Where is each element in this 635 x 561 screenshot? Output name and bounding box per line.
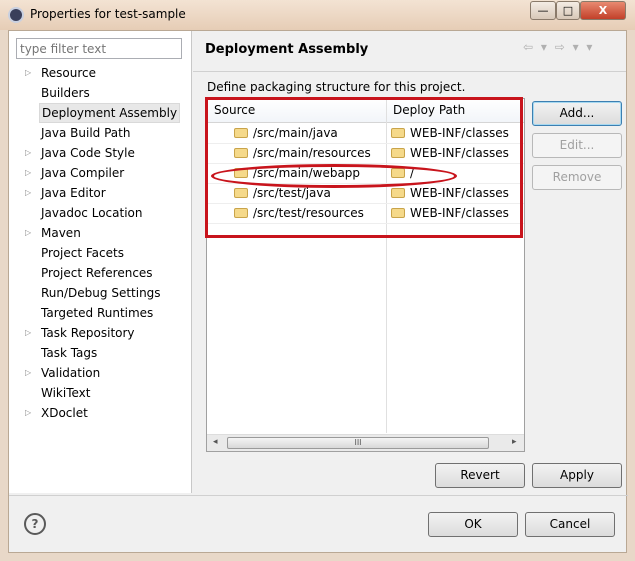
tree-item[interactable]: Project References: [9, 263, 189, 283]
tree-item-label: Targeted Runtimes: [41, 306, 154, 320]
add-button[interactable]: Add...: [532, 101, 622, 126]
tree-item[interactable]: WikiText: [9, 383, 189, 403]
tree-item-label: XDoclet: [41, 406, 88, 420]
eclipse-icon: [8, 7, 24, 23]
minimize-button[interactable]: —: [530, 1, 556, 20]
title-bar: Properties for test-sample — □ X: [0, 0, 635, 30]
scroll-right-icon[interactable]: ▸: [512, 437, 517, 447]
tree-item-label: Project References: [41, 266, 153, 280]
horizontal-scrollbar[interactable]: ◂ III ▸: [207, 434, 524, 451]
sidebar: ▷ Resource Builders Deployment Assembly Java…: [9, 31, 192, 493]
tree-item-label: Java Build Path: [41, 126, 131, 140]
tree-item[interactable]: Javadoc Location: [9, 203, 189, 223]
tree-item-label: Validation: [41, 366, 101, 380]
scroll-left-icon[interactable]: ◂: [213, 437, 218, 447]
cancel-button[interactable]: Cancel: [525, 512, 615, 537]
tree-item-label: Deployment Assembly: [39, 103, 181, 123]
tree-item-label: Java Compiler: [41, 166, 125, 180]
nav-arrows-icon[interactable]: ⇦ ▾ ⇨ ▾ ▾: [523, 40, 594, 54]
expand-arrow-icon[interactable]: ▷: [25, 183, 31, 203]
tree-item[interactable]: Java Build Path: [9, 123, 189, 143]
tree-item[interactable]: Deployment Assembly: [9, 103, 189, 123]
tree-item[interactable]: ▷ Task Repository: [9, 323, 189, 343]
expand-arrow-icon[interactable]: ▷: [25, 363, 31, 383]
expand-arrow-icon[interactable]: ▷: [25, 403, 31, 423]
annotation-ellipse: [211, 164, 457, 188]
ok-button[interactable]: OK: [428, 512, 518, 537]
tree-item[interactable]: ▷ Java Code Style: [9, 143, 189, 163]
expand-arrow-icon[interactable]: ▷: [25, 323, 31, 343]
tree-item-label: Javadoc Location: [41, 206, 143, 220]
tree-item-label: Java Code Style: [41, 146, 135, 160]
filter-input[interactable]: [16, 38, 182, 59]
tree-item[interactable]: ▷ Java Editor: [9, 183, 189, 203]
dialog-body: ▷ Resource Builders Deployment Assembly Java…: [8, 30, 628, 553]
tree-item-label: Maven: [41, 226, 81, 240]
tree-item-label: Task Tags: [41, 346, 98, 360]
divider: [193, 71, 626, 72]
edit-button[interactable]: Edit...: [532, 133, 622, 158]
help-icon[interactable]: ?: [24, 513, 46, 535]
tree-item[interactable]: ▷ Resource: [9, 63, 189, 83]
page-title: Deployment Assembly: [205, 42, 369, 57]
tree-item[interactable]: Targeted Runtimes: [9, 303, 189, 323]
tree-item[interactable]: ▷ XDoclet: [9, 403, 189, 423]
expand-arrow-icon[interactable]: ▷: [25, 163, 31, 183]
tree-item[interactable]: ▷ Maven: [9, 223, 189, 243]
divider: [9, 495, 628, 496]
tree-item-label: Java Editor: [41, 186, 106, 200]
expand-arrow-icon[interactable]: ▷: [25, 143, 31, 163]
tree-item[interactable]: ▷ Java Compiler: [9, 163, 189, 183]
tree-item-label: Builders: [41, 86, 90, 100]
description: Define packaging structure for this proj…: [207, 80, 466, 94]
expand-arrow-icon[interactable]: ▷: [25, 63, 31, 83]
tree-item-label: Resource: [41, 66, 97, 80]
window-title: Properties for test-sample: [30, 7, 186, 21]
revert-button[interactable]: Revert: [435, 463, 525, 488]
tree-item[interactable]: Run/Debug Settings: [9, 283, 189, 303]
tree-item-label: Project Facets: [41, 246, 124, 260]
tree-item[interactable]: Project Facets: [9, 243, 189, 263]
tree-item[interactable]: Builders: [9, 83, 189, 103]
scroll-thumb[interactable]: III: [227, 437, 489, 449]
expand-arrow-icon[interactable]: ▷: [25, 223, 31, 243]
tree-item-label: Task Repository: [41, 326, 135, 340]
apply-button[interactable]: Apply: [532, 463, 622, 488]
tree-item-label: Run/Debug Settings: [41, 286, 161, 300]
tree-item[interactable]: Task Tags: [9, 343, 189, 363]
tree-item[interactable]: ▷ Validation: [9, 363, 189, 383]
maximize-button[interactable]: □: [556, 1, 580, 20]
tree-item-label: WikiText: [41, 386, 91, 400]
close-button[interactable]: X: [580, 1, 626, 20]
remove-button[interactable]: Remove: [532, 165, 622, 190]
